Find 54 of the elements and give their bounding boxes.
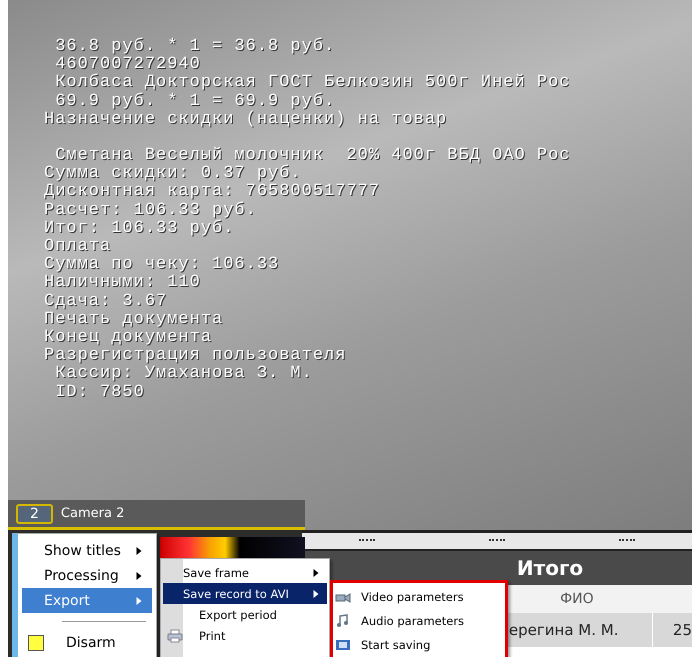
music-note-icon [335, 614, 351, 628]
menu-item-label: Print [199, 628, 226, 642]
menu-item-label: Disarm [66, 634, 116, 650]
film-icon [335, 638, 351, 652]
video-title-line: ID: 7850 [54, 384, 146, 402]
menu-item-label: Video parameters [361, 590, 464, 604]
video-title-line: 69.9 руб. * 1 = 69.9 руб. [54, 92, 336, 111]
video-title-line: Сдача: 3.67 [44, 292, 168, 311]
video-title-line: Сумма по чеку: 106.33 [44, 256, 280, 274]
menu-item[interactable]: Export [22, 588, 152, 613]
video-title-line: 4607007272940 [54, 56, 202, 74]
table-cell: ерегина М. М. [506, 613, 652, 647]
grip-icon[interactable] [618, 538, 635, 544]
caret-icon [313, 590, 319, 598]
video-title-line: Расчет: 106.33 руб. [44, 202, 258, 220]
menu-item[interactable]: Video parameters [333, 585, 505, 609]
menu-item[interactable]: Start saving [333, 633, 505, 657]
menu-item-label: Start saving [361, 638, 430, 652]
video-title-line: Конец документа [44, 329, 214, 348]
video-title-line: Разрегистрация пользователя [44, 347, 348, 366]
video-title-line: Кассир: Умаханова З. М. [54, 365, 314, 384]
menu-item[interactable]: Save frame [163, 562, 327, 583]
video-title-line: Сумма скидки: 0.37 руб. [44, 165, 303, 184]
grip-icon[interactable] [488, 538, 505, 544]
printer-icon [167, 628, 183, 642]
grip-icon[interactable] [358, 538, 375, 544]
caret-icon [313, 568, 319, 576]
video-title-line: Оплата [44, 238, 112, 256]
camera-name: Camera 2 [60, 506, 124, 521]
camera-number: 2 [16, 504, 53, 524]
menu-item[interactable]: Export period [163, 604, 327, 625]
video-title-line: Печать документа [44, 310, 224, 330]
video-title-line: Итог: 106.33 руб. [44, 220, 236, 238]
square-icon [28, 634, 44, 650]
video-title-line: Сметана Веселый молочник 20% 400г ВБД ОАО Рос [54, 147, 572, 166]
panel-splitter[interactable] [302, 530, 692, 551]
menu-item[interactable]: Show titles [22, 538, 152, 563]
column-header[interactable]: ФИО [506, 591, 647, 607]
caret-icon [136, 572, 142, 580]
video-title-line: Назначение скидки (наценки) на товар [44, 110, 448, 130]
menu-item[interactable]: Processing [22, 563, 152, 588]
table-title: Итого [516, 556, 584, 580]
video-title-line: 36.8 руб. * 1 = 36.8 руб. [54, 38, 336, 56]
video-title-line: Колбаса Докторская ГОСТ Белкозин 500г Иней Рос [54, 74, 572, 92]
video-title-line: Дисконтная карта: 765800517777 [44, 183, 382, 202]
caret-icon [136, 546, 142, 554]
menu-item[interactable]: Save record to AVI [163, 583, 327, 604]
caret-icon [136, 596, 142, 604]
menu-item-label: Audio parameters [361, 614, 464, 628]
menu-item[interactable]: Disarm [22, 630, 152, 655]
menu-item[interactable]: Audio parameters [333, 609, 505, 633]
menu-item[interactable]: Print [163, 625, 327, 646]
table-cell: 25 [652, 613, 692, 647]
video-title-line: Наличными: 110 [44, 274, 202, 293]
